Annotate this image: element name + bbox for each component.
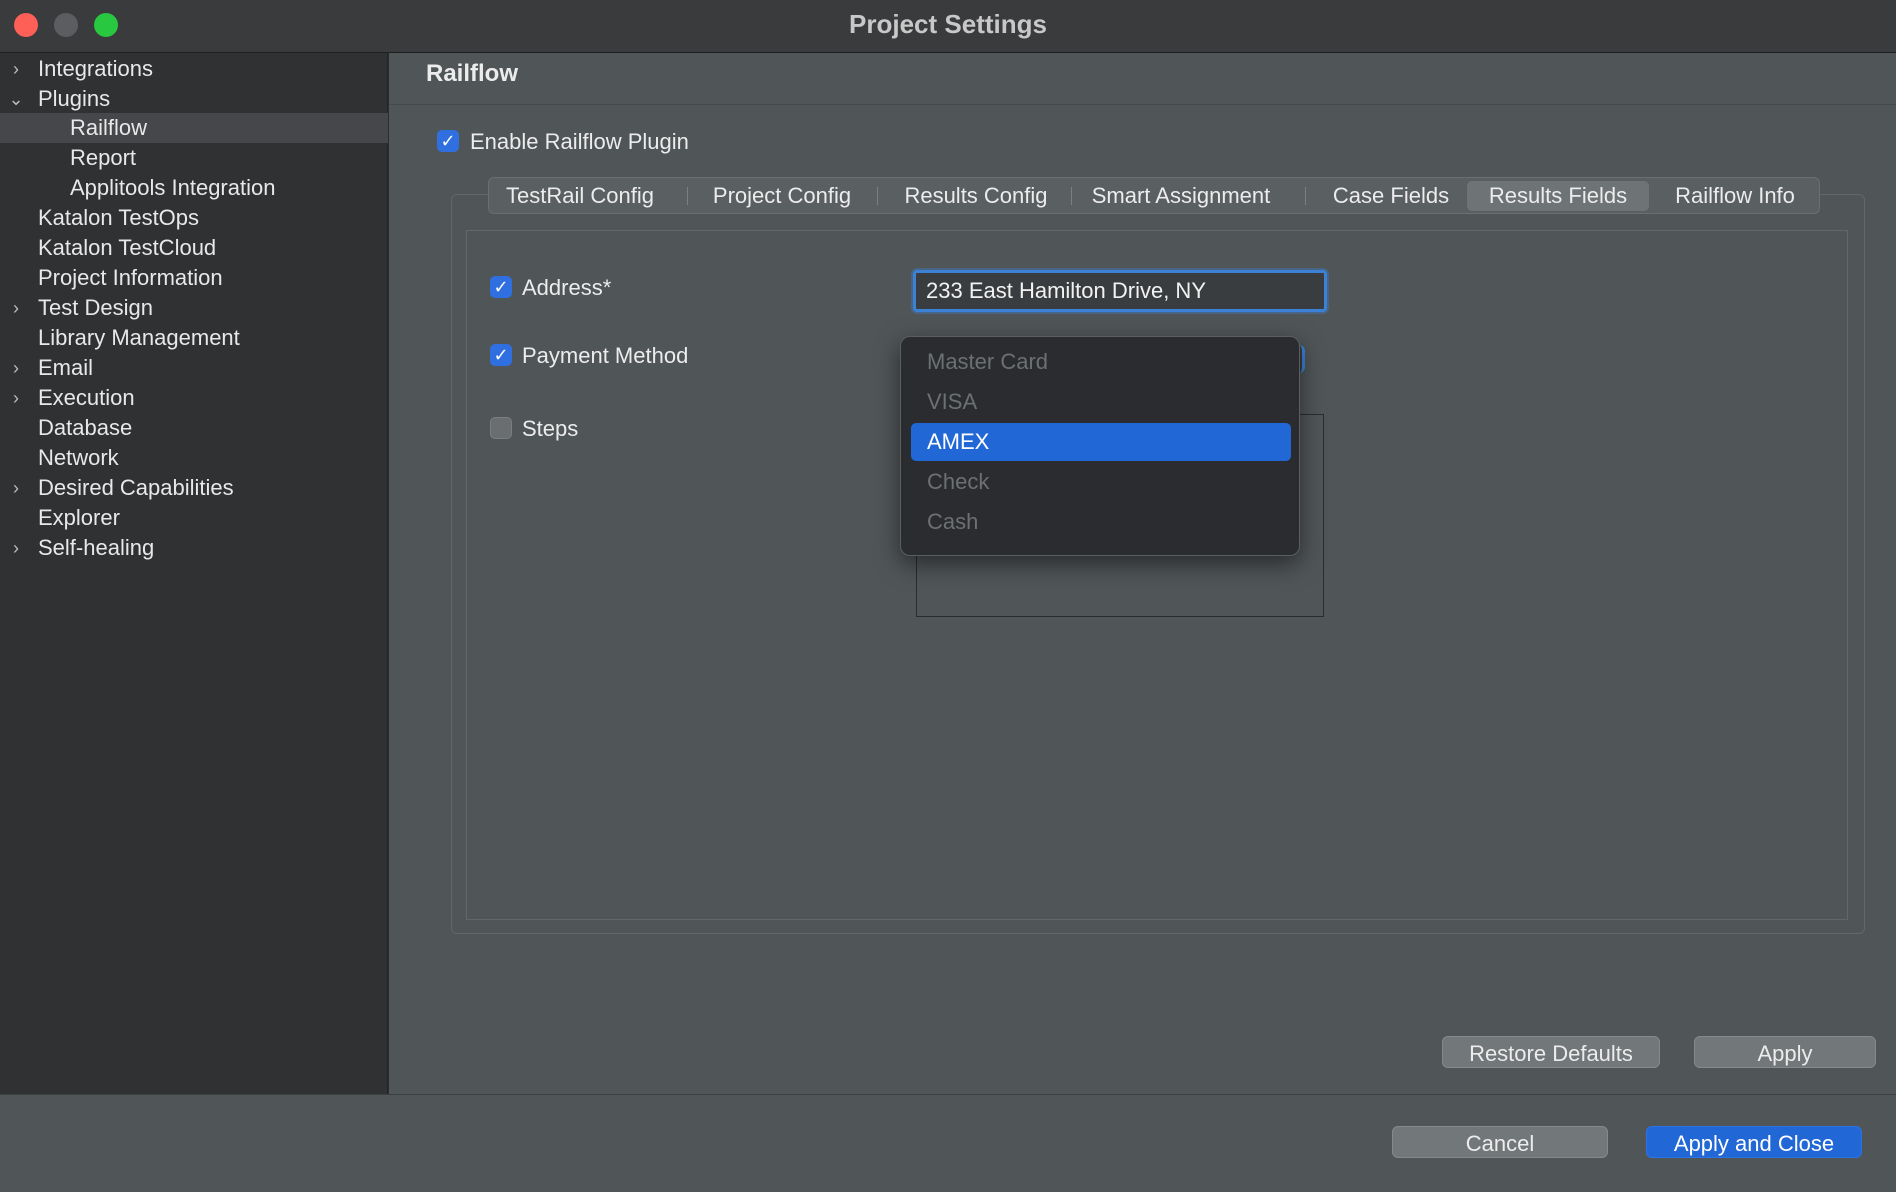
cancel-button[interactable]: Cancel — [1392, 1126, 1608, 1158]
dropdown-option-cash[interactable]: Cash — [911, 503, 1291, 541]
tab-case-fields[interactable]: Case Fields — [1311, 181, 1471, 211]
title-bar: Project Settings — [0, 0, 1896, 53]
tree-item-report[interactable]: Report — [0, 143, 388, 173]
tab-testrail-config[interactable]: TestRail Config — [495, 181, 665, 211]
tree-item-plugins[interactable]: ⌄ Plugins — [0, 84, 388, 114]
tree-item-network[interactable]: Network — [0, 443, 388, 473]
tree-item-katalon-testops[interactable]: Katalon TestOps — [0, 203, 388, 233]
checkmark-icon: ✓ — [440, 131, 456, 151]
enable-railflow-checkbox[interactable]: ✓ — [437, 130, 459, 152]
chevron-right-icon[interactable]: › — [8, 353, 24, 383]
tree-item-katalon-testcloud[interactable]: Katalon TestCloud — [0, 233, 388, 263]
tab-results-fields[interactable]: Results Fields — [1467, 181, 1649, 211]
tree-item-project-information[interactable]: Project Information — [0, 263, 388, 293]
tree-item-explorer[interactable]: Explorer — [0, 503, 388, 533]
dropdown-option-check[interactable]: Check — [911, 463, 1291, 501]
page-title: Railflow — [426, 60, 519, 87]
chevron-right-icon[interactable]: › — [8, 533, 24, 563]
tab-bar: TestRail Config Project Config Results C… — [488, 177, 1820, 214]
tree-item-execution[interactable]: › Execution — [0, 383, 388, 413]
chevron-down-icon[interactable]: ⌄ — [8, 84, 24, 114]
tree-item-integrations[interactable]: › Integrations — [0, 54, 388, 84]
tab-separator — [687, 187, 688, 205]
tree-item-email[interactable]: › Email — [0, 353, 388, 383]
payment-method-checkbox[interactable]: ✓ — [490, 344, 512, 366]
tab-smart-assignment[interactable]: Smart Assignment — [1077, 181, 1285, 211]
payment-method-label: Payment Method — [522, 343, 689, 368]
apply-and-close-button[interactable]: Apply and Close — [1646, 1126, 1862, 1158]
window-title: Project Settings — [849, 9, 1047, 39]
tree-item-test-design[interactable]: › Test Design — [0, 293, 388, 323]
tree-item-railflow[interactable]: Railflow — [0, 113, 388, 143]
apply-button[interactable]: Apply — [1694, 1036, 1876, 1068]
chevron-right-icon[interactable]: › — [8, 293, 24, 323]
restore-defaults-button[interactable]: Restore Defaults — [1442, 1036, 1660, 1068]
address-text-field[interactable] — [916, 273, 1324, 309]
tab-project-config[interactable]: Project Config — [693, 181, 871, 211]
tree-item-library-management[interactable]: Library Management — [0, 323, 388, 353]
tab-separator — [877, 187, 878, 205]
address-input[interactable] — [913, 270, 1327, 312]
chevron-right-icon[interactable]: › — [8, 473, 24, 503]
tree-item-applitools-integration[interactable]: Applitools Integration — [0, 173, 388, 203]
address-label: Address* — [522, 275, 612, 300]
tab-separator — [1071, 187, 1072, 205]
enable-railflow-label: Enable Railflow Plugin — [470, 129, 689, 154]
dialog-footer — [0, 1095, 1896, 1192]
chevron-right-icon[interactable]: › — [8, 54, 24, 84]
tab-separator — [1305, 187, 1306, 205]
checkmark-icon: ✓ — [493, 277, 509, 297]
address-checkbox[interactable]: ✓ — [490, 276, 512, 298]
tab-results-config[interactable]: Results Config — [883, 181, 1069, 211]
tree-item-database[interactable]: Database — [0, 413, 388, 443]
tree-item-desired-capabilities[interactable]: › Desired Capabilities — [0, 473, 388, 503]
steps-checkbox[interactable] — [490, 417, 512, 439]
tree-item-self-healing[interactable]: › Self-healing — [0, 533, 388, 563]
payment-method-dropdown: Master Card VISA AMEX Check Cash — [900, 336, 1300, 556]
chevron-right-icon[interactable]: › — [8, 383, 24, 413]
checkmark-icon: ✓ — [493, 345, 509, 365]
tab-railflow-info[interactable]: Railflow Info — [1651, 181, 1819, 211]
steps-label: Steps — [522, 416, 579, 441]
settings-tree: › Integrations ⌄ Plugins Railflow Report… — [0, 53, 388, 1095]
dropdown-option-visa[interactable]: VISA — [911, 383, 1291, 421]
dropdown-option-master-card[interactable]: Master Card — [911, 343, 1291, 381]
dropdown-option-amex[interactable]: AMEX — [911, 423, 1291, 461]
page-header: Railflow — [389, 53, 1896, 105]
